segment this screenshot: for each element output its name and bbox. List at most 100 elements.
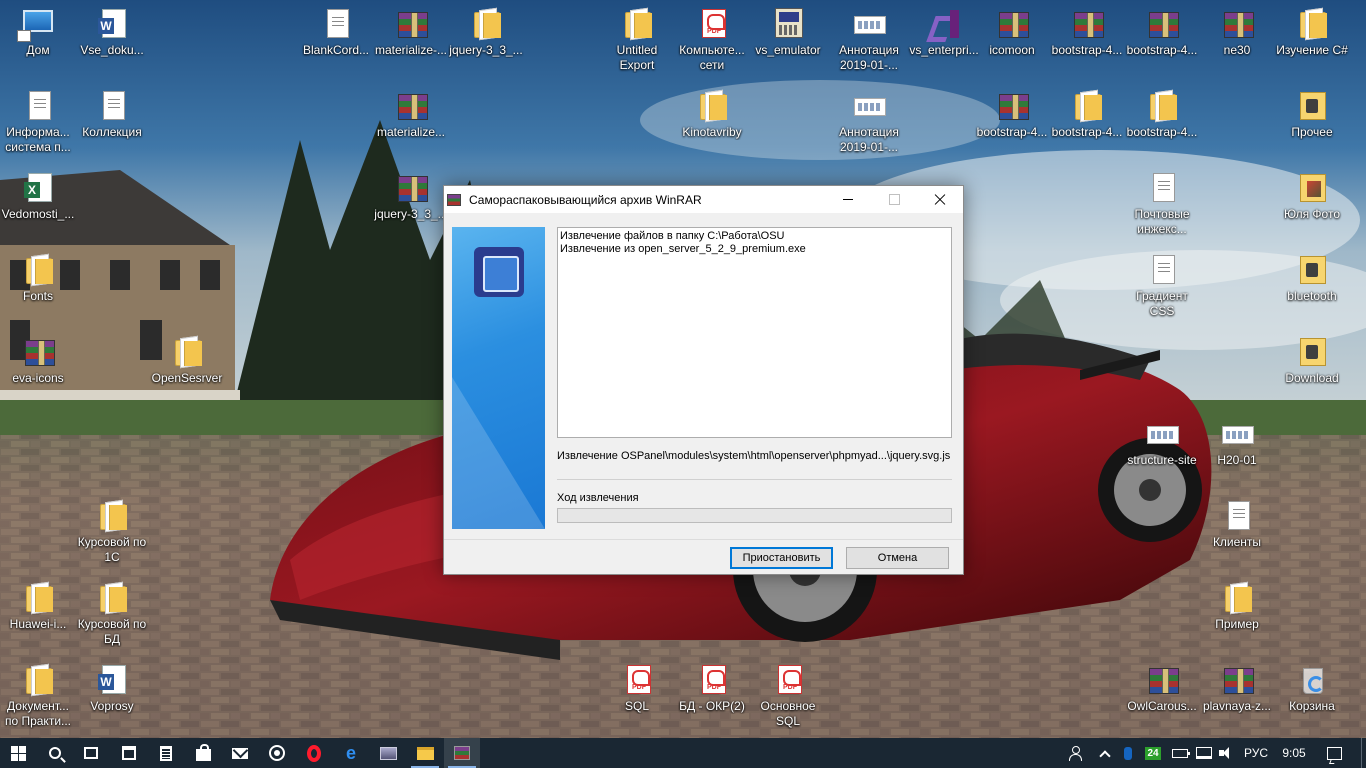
desktop-icon[interactable]: Дом — [0, 0, 76, 78]
taskbar-this-pc[interactable] — [370, 738, 406, 768]
start-button[interactable] — [0, 738, 36, 768]
document-icon — [95, 88, 129, 122]
desktop-icon[interactable]: bluetooth — [1274, 246, 1350, 324]
desktop-icon[interactable]: eva-icons — [0, 328, 76, 406]
desktop-icon[interactable]: vs_emulator — [750, 0, 826, 78]
desktop-icon[interactable]: Аннотация 2019-01-... — [831, 82, 907, 160]
desktop-icon[interactable]: BlankCord... — [298, 0, 374, 78]
tray-app-badge[interactable]: 24 — [1142, 738, 1164, 768]
desktop-icon-label: Vse_doku... — [80, 43, 144, 57]
desktop-icon[interactable]: H20-01 — [1199, 410, 1275, 488]
show-desktop-button[interactable] — [1361, 738, 1366, 768]
show-hidden-icons-button[interactable] — [1096, 738, 1114, 768]
search-button[interactable] — [37, 738, 73, 768]
desktop-icon[interactable]: Voprosy — [74, 656, 150, 734]
taskbar-file-explorer[interactable] — [407, 738, 443, 768]
desktop-icon[interactable]: Почтовые инжекс... — [1124, 164, 1200, 242]
taskbar-calculator[interactable] — [148, 738, 184, 768]
desktop-icon[interactable]: plavnaya-z... — [1199, 656, 1275, 734]
desktop-icon[interactable]: Курсовой по 1С — [74, 492, 150, 570]
desktop-icon-label: Корзина — [1289, 699, 1335, 713]
desktop-icon[interactable]: Компьюте... сети — [674, 0, 750, 78]
folder-icon — [21, 252, 55, 286]
winrar-archive-icon — [1145, 6, 1179, 40]
bluetooth-tray[interactable] — [1120, 738, 1136, 768]
winrar-archive-icon — [995, 88, 1029, 122]
extraction-log[interactable]: Извлечение файлов в папку C:\Работа\OSU … — [557, 227, 952, 438]
desktop-icon[interactable]: Курсовой по БД — [74, 574, 150, 652]
desktop-icon[interactable]: Download — [1274, 328, 1350, 406]
desktop-icon[interactable]: Основное SQL — [750, 656, 826, 734]
desktop-icon[interactable]: Vedomosti_... — [0, 164, 76, 242]
desktop-icon[interactable]: Huawei-i... — [0, 574, 76, 652]
desktop-icon-label: materialize-... — [374, 43, 448, 57]
taskbar-opera[interactable] — [296, 738, 332, 768]
desktop-icon[interactable]: jquery-3_3_... — [373, 164, 449, 242]
winrar-archive-icon — [1070, 6, 1104, 40]
volume-tray[interactable] — [1216, 738, 1236, 768]
visual-studio-file-icon — [21, 88, 55, 122]
desktop-icon[interactable]: bootstrap-4... — [974, 82, 1050, 160]
desktop-icon[interactable]: Клиенты — [1199, 492, 1275, 570]
visual-studio-icon — [927, 6, 961, 40]
emulator-icon — [771, 6, 805, 40]
language-indicator[interactable]: РУС — [1240, 738, 1272, 768]
taskbar-winrar[interactable] — [444, 738, 480, 768]
desktop-icon[interactable]: bootstrap-4... — [1049, 82, 1125, 160]
desktop-icon[interactable]: Градиент CSS — [1124, 246, 1200, 324]
desktop-icon-label: Fonts — [22, 289, 53, 303]
desktop-icon[interactable]: bootstrap-4... — [1124, 82, 1200, 160]
action-center-button[interactable] — [1322, 738, 1346, 768]
desktop-icon[interactable]: materialize-... — [373, 0, 449, 78]
extraction-progress-bar — [557, 508, 952, 523]
desktop-icon[interactable]: vs_enterpri... — [906, 0, 982, 78]
minimize-button[interactable] — [825, 186, 871, 213]
desktop-icon[interactable]: Пример — [1199, 574, 1275, 652]
people-button[interactable] — [1064, 738, 1086, 768]
desktop-icon[interactable]: Коллекция — [74, 82, 150, 160]
winrar-archive-icon — [21, 334, 55, 368]
desktop-icon[interactable]: Untitled Export — [599, 0, 675, 78]
task-view-button[interactable] — [73, 738, 109, 768]
desktop-icon[interactable]: Прочее — [1274, 82, 1350, 160]
network-tray[interactable] — [1194, 738, 1214, 768]
taskbar-media-player[interactable] — [259, 738, 295, 768]
desktop-icon-label: ne30 — [1223, 43, 1251, 57]
pause-button[interactable]: Приостановить — [730, 547, 833, 569]
desktop-icon[interactable]: Изучение С# — [1274, 0, 1350, 78]
desktop-icon[interactable]: Юля Фото — [1274, 164, 1350, 242]
battery-tray[interactable] — [1170, 738, 1190, 768]
desktop-icon[interactable]: ne30 — [1199, 0, 1275, 78]
taskbar-mail[interactable] — [222, 738, 258, 768]
desktop-icon[interactable]: SQL — [599, 656, 675, 734]
taskbar: e 24 РУС 9:05 — [0, 738, 1366, 768]
desktop-icon[interactable]: БД - ОКР(2) — [674, 656, 750, 734]
desktop-icon[interactable]: OwlCarous... — [1124, 656, 1200, 734]
desktop-icon[interactable]: structure-site — [1124, 410, 1200, 488]
cancel-button[interactable]: Отмена — [846, 547, 949, 569]
desktop-icon[interactable]: jquery-3_3_... — [448, 0, 524, 78]
word-document-icon — [95, 662, 129, 696]
taskbar-edge[interactable]: e — [333, 738, 369, 768]
desktop-icon[interactable]: Информа... система п... — [0, 82, 76, 160]
dialog-titlebar[interactable]: Самораспаковывающийся архив WinRAR — [444, 186, 963, 213]
computer-icon — [379, 746, 397, 760]
folder-icon — [695, 88, 729, 122]
desktop-icon-label: Huawei-i... — [9, 617, 67, 631]
desktop-icon[interactable]: Vse_doku... — [74, 0, 150, 78]
taskbar-store[interactable] — [185, 738, 221, 768]
desktop-icon[interactable]: icomoon — [974, 0, 1050, 78]
desktop-icon[interactable]: Корзина — [1274, 656, 1350, 734]
clock[interactable]: 9:05 — [1276, 738, 1312, 768]
desktop-icon[interactable]: OpenSesrver — [149, 328, 225, 406]
taskbar-calendar[interactable] — [111, 738, 147, 768]
desktop-icon[interactable]: bootstrap-4... — [1124, 0, 1200, 78]
battery-icon — [1172, 748, 1190, 758]
desktop-icon[interactable]: Kinotavriby — [674, 82, 750, 160]
desktop-icon[interactable]: Fonts — [0, 246, 76, 324]
close-button[interactable] — [917, 186, 963, 213]
desktop-icon[interactable]: Документ... по Практи... — [0, 656, 76, 734]
desktop-icon[interactable]: materialize... — [373, 82, 449, 160]
desktop-icon[interactable]: Аннотация 2019-01-... — [831, 0, 907, 78]
desktop-icon[interactable]: bootstrap-4... — [1049, 0, 1125, 78]
